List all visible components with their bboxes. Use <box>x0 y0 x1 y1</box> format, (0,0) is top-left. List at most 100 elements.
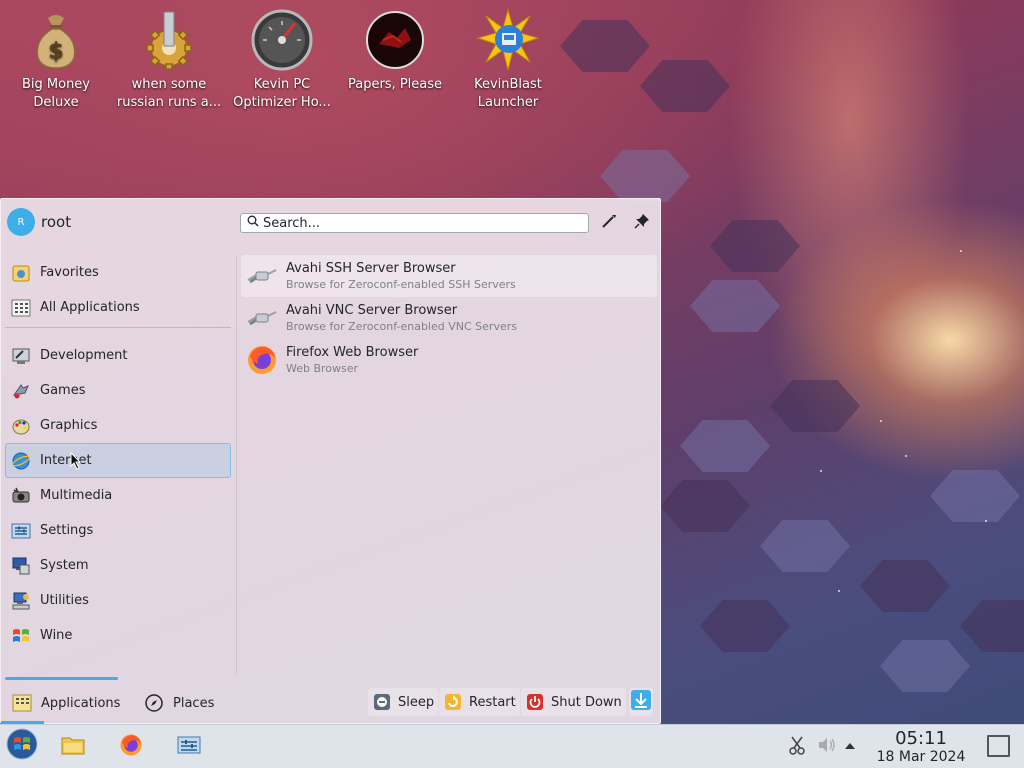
papers-please-icon <box>363 8 427 72</box>
desktop-icon-label-line2: Launcher <box>477 95 539 110</box>
desktop-icon-kevinblast-launcher[interactable]: KevinBlast Launcher <box>452 8 564 112</box>
sidebar-item-label: Wine <box>40 628 73 643</box>
sidebar-item-all-applications[interactable]: All Applications <box>5 290 231 325</box>
sidebar-item-multimedia[interactable]: Multimedia <box>5 478 231 513</box>
desktop-icon-papers-please[interactable]: Papers, Please <box>339 8 451 94</box>
more-power-options-button[interactable] <box>629 688 653 716</box>
user-info[interactable]: R root <box>7 208 71 236</box>
start-menu-button[interactable] <box>5 728 39 763</box>
restart-button[interactable]: Restart <box>439 688 520 716</box>
internet-icon <box>10 450 32 472</box>
sidebar-item-utilities[interactable]: Utilities <box>5 583 231 618</box>
money-bag-icon: $ <box>24 8 88 72</box>
show-desktop-button[interactable] <box>987 735 1010 757</box>
kevinblast-icon <box>476 8 540 72</box>
network-plug-icon <box>245 301 279 335</box>
shutdown-label: Shut Down <box>551 694 622 710</box>
desktop-icon-label-line1: when some <box>131 77 207 92</box>
folder-icon <box>61 735 85 759</box>
sidebar-item-label: System <box>40 558 89 573</box>
tab-label: Applications <box>41 695 121 711</box>
app-name: Avahi SSH Server Browser <box>286 260 456 276</box>
configure-icon <box>600 212 618 234</box>
speedometer-icon <box>250 8 314 72</box>
desktop-icon-label-line1: Papers, Please <box>347 77 443 92</box>
sidebar-item-settings[interactable]: Settings <box>5 513 231 548</box>
network-plug-icon <box>245 259 279 293</box>
clock-time: 05:11 <box>895 728 947 749</box>
sidebar-item-label: Utilities <box>40 593 89 608</box>
desktop-icon-kevin-pc-optimizer[interactable]: Kevin PC Optimizer Ho... <box>226 8 338 112</box>
search-field[interactable] <box>240 213 589 233</box>
scroll-indicator <box>5 677 118 680</box>
desktop-icon-label-line1: Kevin PC <box>253 77 311 92</box>
graphics-icon <box>10 415 32 437</box>
arrow-down-icon <box>631 690 651 714</box>
avatar[interactable]: R <box>7 208 35 236</box>
app-description: Browse for Zeroconf-enabled VNC Servers <box>286 319 517 333</box>
restart-icon <box>443 692 463 712</box>
restart-label: Restart <box>469 694 516 710</box>
gear-icon <box>137 8 201 72</box>
app-item-firefox[interactable]: Firefox Web Browser Web Browser <box>241 339 657 381</box>
firefox-icon <box>119 733 143 761</box>
application-launcher: R root Favorites All Applications <box>0 198 661 724</box>
pin-icon <box>634 213 650 233</box>
settings-icon <box>10 520 32 542</box>
all-apps-icon <box>10 297 32 319</box>
pin-button[interactable] <box>628 209 656 237</box>
sidebar-item-graphics[interactable]: Graphics <box>5 408 231 443</box>
desktop-icon-label-line2: Deluxe <box>33 95 79 110</box>
app-item-avahi-vnc[interactable]: Avahi VNC Server Browser Browse for Zero… <box>241 297 657 339</box>
sidebar-item-label: Settings <box>40 523 94 538</box>
sidebar-item-label: Graphics <box>40 418 98 433</box>
show-hidden-icons-button[interactable] <box>838 731 862 763</box>
sidebar-item-development[interactable]: Development <box>5 338 231 373</box>
configure-button[interactable] <box>595 209 623 237</box>
app-name: Avahi VNC Server Browser <box>286 302 458 318</box>
tab-places[interactable]: Places <box>143 689 214 717</box>
tab-applications[interactable]: Applications <box>11 689 120 717</box>
digital-clock[interactable]: 05:11 18 Mar 2024 <box>866 729 976 766</box>
app-name: Firefox Web Browser <box>286 344 419 360</box>
clipboard-tray-button[interactable] <box>781 731 813 763</box>
desktop-icon-big-money-deluxe[interactable]: $ Big Money Deluxe <box>0 8 112 112</box>
application-list: Avahi SSH Server Browser Browse for Zero… <box>241 255 657 381</box>
app-text: Firefox Web Browser Web Browser <box>286 345 418 376</box>
mouse-cursor <box>70 451 82 474</box>
sidebar-item-label: Development <box>40 348 128 363</box>
arrow-up-icon <box>844 740 856 755</box>
desktop-icon-russian[interactable]: when some russian runs a... <box>113 8 225 112</box>
category-sidebar: Favorites All Applications Development G… <box>5 255 231 653</box>
sidebar-item-wine[interactable]: Wine <box>5 618 231 653</box>
sidebar-item-system[interactable]: System <box>5 548 231 583</box>
app-description: Browse for Zeroconf-enabled SSH Servers <box>286 277 516 291</box>
sidebar-item-label: Internet <box>40 453 92 468</box>
sidebar-item-favorites[interactable]: Favorites <box>5 255 231 290</box>
launcher-footer: Applications Places Sleep Restart Shut D… <box>1 685 660 724</box>
volume-muted-icon <box>817 736 837 758</box>
app-text: Avahi VNC Server Browser Browse for Zero… <box>286 303 517 334</box>
sidebar-item-games[interactable]: Games <box>5 373 231 408</box>
sidebar-item-label: All Applications <box>40 300 140 315</box>
column-divider <box>236 255 237 675</box>
user-name: root <box>41 213 72 231</box>
sleep-button[interactable]: Sleep <box>368 688 439 716</box>
favorites-icon <box>10 262 32 284</box>
clock-date: 18 Mar 2024 <box>876 749 966 765</box>
app-description: Web Browser <box>286 361 359 375</box>
games-icon <box>10 380 32 402</box>
desktop-icon-label-line1: KevinBlast <box>474 77 542 92</box>
shutdown-button[interactable]: Shut Down <box>521 688 626 716</box>
app-text: Avahi SSH Server Browser Browse for Zero… <box>286 261 516 292</box>
sidebar-item-internet[interactable]: Internet <box>5 443 231 478</box>
development-icon <box>10 345 32 367</box>
search-input[interactable] <box>263 215 563 231</box>
sidebar-item-label: Multimedia <box>40 488 113 503</box>
control-panel-icon <box>177 735 201 759</box>
app-item-avahi-ssh[interactable]: Avahi SSH Server Browser Browse for Zero… <box>241 255 657 297</box>
compass-icon <box>143 692 165 714</box>
firefox-taskbar-button[interactable] <box>115 731 147 763</box>
file-manager-button[interactable] <box>57 731 89 763</box>
settings-taskbar-button[interactable] <box>173 731 205 763</box>
